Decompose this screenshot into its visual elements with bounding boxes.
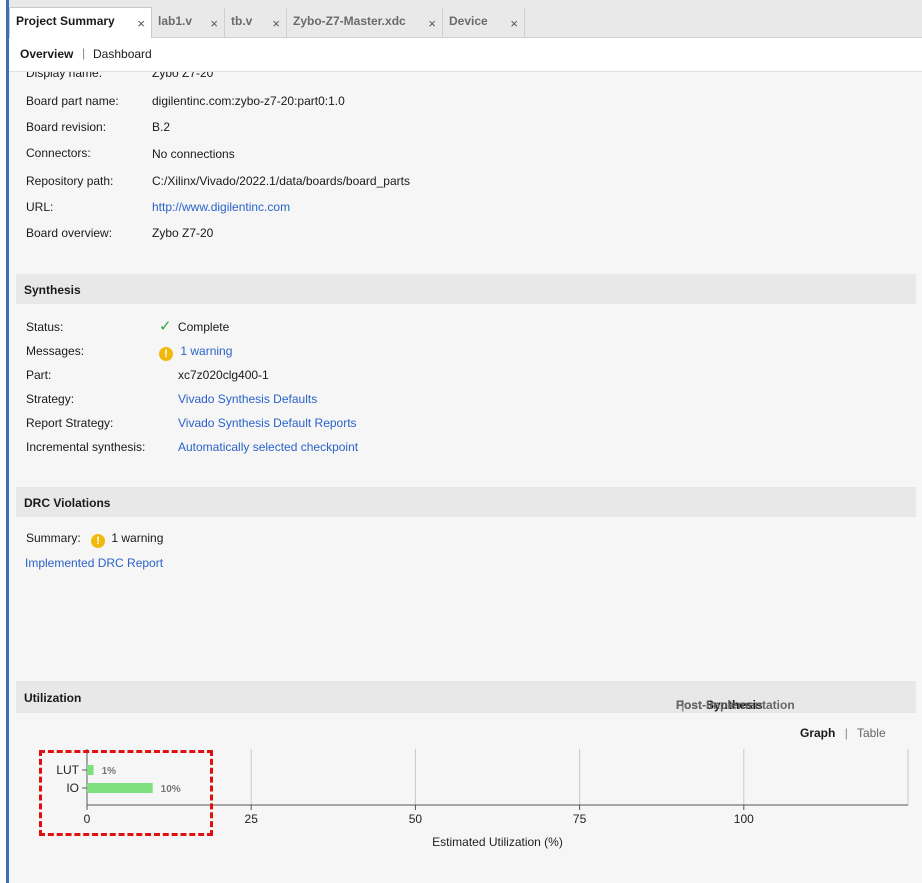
tab-label: Zybo-Z7-Master.xdc xyxy=(293,14,406,28)
check-icon: ✓ xyxy=(159,318,172,335)
board-label: Display name: xyxy=(26,72,103,80)
strategy-link[interactable]: Vivado Synthesis Defaults xyxy=(178,392,317,406)
board-label: Board part name: xyxy=(26,94,119,108)
overview-link[interactable]: Overview xyxy=(20,47,73,61)
section-title: Utilization xyxy=(24,691,82,705)
table-link[interactable]: Table xyxy=(857,726,886,740)
warning-icon: ! xyxy=(159,347,173,361)
close-icon[interactable]: × xyxy=(272,16,280,31)
close-icon[interactable]: × xyxy=(428,16,436,31)
messages-value: ! 1 warning xyxy=(159,344,232,361)
dashboard-link[interactable]: Dashboard xyxy=(93,47,152,61)
board-url-link[interactable]: http://www.digilentinc.com xyxy=(152,200,290,214)
part-label: Part: xyxy=(26,368,52,382)
report-strategy-label: Report Strategy: xyxy=(26,416,114,430)
tab-device[interactable]: Device × xyxy=(443,8,525,38)
utilization-header: Utilization Post-Synthesis | Post-Implem… xyxy=(16,681,916,713)
messages-link[interactable]: 1 warning xyxy=(180,344,232,358)
board-value: No connections xyxy=(152,147,235,161)
strategy-label: Strategy: xyxy=(26,392,75,406)
drc-header: DRC Violations xyxy=(16,487,916,517)
drc-summary: Summary: ! 1 warning xyxy=(26,531,163,548)
messages-label: Messages: xyxy=(26,344,85,358)
board-value: Zybo Z7-20 xyxy=(152,226,214,240)
project-summary-panel: Project Summary × lab1.v × tb.v × Zybo-Z… xyxy=(6,0,922,883)
graph-table-toggle: Graph | Table xyxy=(800,726,886,740)
x-tick-label: 50 xyxy=(409,812,423,826)
close-icon[interactable]: × xyxy=(210,16,218,31)
board-value: Zybo Z7-20 xyxy=(152,72,214,80)
x-tick-label: 25 xyxy=(245,812,259,826)
summary-subnav: Overview | Dashboard xyxy=(9,38,922,72)
section-title: DRC Violations xyxy=(24,496,111,510)
tab-tb-v[interactable]: tb.v × xyxy=(225,8,287,38)
status-text: Complete xyxy=(177,320,230,334)
post-implementation-link[interactable]: Post-Implementation xyxy=(676,698,795,712)
warning-icon: ! xyxy=(91,534,106,548)
board-label: URL: xyxy=(26,200,54,214)
close-icon[interactable]: × xyxy=(510,16,518,31)
x-tick-label: 100 xyxy=(734,812,754,826)
summary-value: 1 warning xyxy=(111,531,164,545)
subnav-separator: | xyxy=(82,46,86,60)
board-label: Board revision: xyxy=(26,120,107,134)
status-label: Status: xyxy=(26,320,64,334)
tab-label: lab1.v xyxy=(158,14,193,28)
board-value: B.2 xyxy=(152,120,171,134)
board-label: Connectors: xyxy=(26,146,91,160)
tab-label: tb.v xyxy=(231,14,253,28)
report-strategy-link[interactable]: Vivado Synthesis Default Reports xyxy=(178,416,357,430)
tab-label: Device xyxy=(449,14,488,28)
tab-lab1-v[interactable]: lab1.v × xyxy=(152,8,225,38)
graph-link[interactable]: Graph xyxy=(800,726,835,740)
board-value: C:/Xilinx/Vivado/2022.1/data/boards/boar… xyxy=(152,174,410,188)
drc-report-link[interactable]: Implemented DRC Report xyxy=(25,556,163,570)
board-section: Display name: Zybo Z7-20 xyxy=(9,72,922,252)
tab-label: Project Summary xyxy=(16,14,115,28)
tab-project-summary[interactable]: Project Summary × xyxy=(9,7,152,38)
toggle-separator: | xyxy=(844,726,848,740)
x-axis-label: Estimated Utilization (%) xyxy=(432,835,563,849)
close-icon[interactable]: × xyxy=(137,16,145,31)
summary-label: Summary: xyxy=(26,531,81,545)
status-value: ✓ Complete xyxy=(159,317,229,335)
synthesis-header: Synthesis xyxy=(16,274,916,304)
x-tick-label: 75 xyxy=(573,812,587,826)
tab-bar: Project Summary × lab1.v × tb.v × Zybo-Z… xyxy=(9,0,922,38)
board-label: Board overview: xyxy=(26,226,113,240)
incremental-link[interactable]: Automatically selected checkpoint xyxy=(178,440,358,454)
incremental-label: Incremental synthesis: xyxy=(26,440,146,454)
board-value: digilentinc.com:zybo-z7-20:part0:1.0 xyxy=(152,94,345,108)
part-value: xc7z020clg400-1 xyxy=(178,368,269,382)
tab-zybo-xdc[interactable]: Zybo-Z7-Master.xdc × xyxy=(287,8,443,38)
section-title: Synthesis xyxy=(24,283,81,297)
board-label: Repository path: xyxy=(26,174,114,188)
highlight-box xyxy=(39,750,213,836)
